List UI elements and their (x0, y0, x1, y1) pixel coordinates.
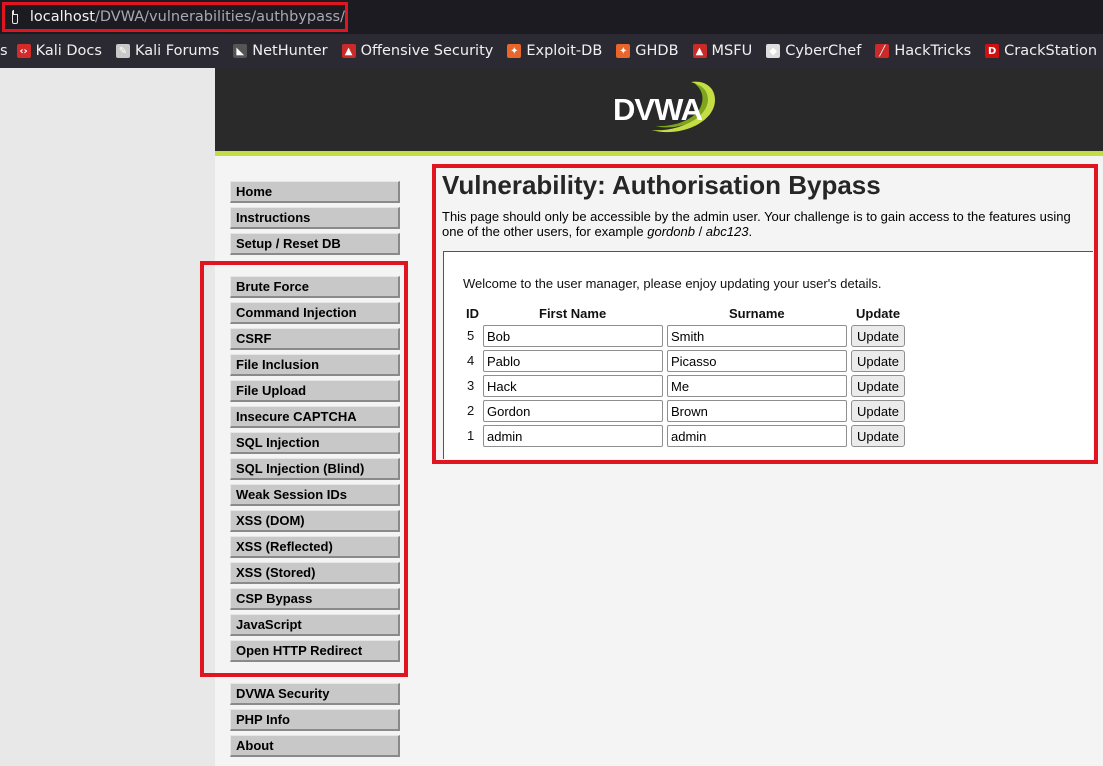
bookmark-ghdb[interactable]: ✦ GHDB (616, 43, 679, 59)
menu-item-instructions[interactable]: Instructions (230, 207, 400, 229)
header-surname: Surname (729, 306, 785, 321)
menu-item-dvwa-security[interactable]: DVWA Security (230, 683, 400, 705)
intro-end: . (748, 224, 753, 239)
intro-separator: / (694, 224, 706, 239)
dvwa-header: DVWA (215, 68, 1103, 151)
table-row: 4 Update (463, 350, 923, 372)
example-username: gordonb (647, 224, 695, 239)
user-id: 1 (467, 428, 475, 443)
surname-input[interactable] (667, 325, 847, 347)
surname-input[interactable] (667, 425, 847, 447)
table-row: 2 Update (463, 400, 923, 422)
update-button[interactable]: Update (851, 425, 905, 447)
bookmark-label: Offensive Security (360, 43, 494, 59)
url-host: localhost (29, 9, 95, 25)
bookmarks-toolbar: s ‹› Kali Docs ✎ Kali Forums ◣ NetHunter ▲ Offen… (0, 34, 1103, 68)
update-button[interactable]: Update (851, 375, 905, 397)
page-title: Vulnerability: Authorisation Bypass (442, 170, 881, 200)
intro-text: This page should only be accessible by t… (442, 209, 1092, 239)
bookmark-exploit-db[interactable]: ✦ Exploit-DB (507, 43, 602, 59)
bookmark-crackstation[interactable]: D CrackStation (985, 43, 1097, 59)
update-button[interactable]: Update (851, 325, 905, 347)
kali-docs-icon: ‹› (16, 44, 31, 58)
hacktricks-icon: ╱ (875, 44, 890, 58)
browser-url-bar: localhost/DVWA/vulnerabilities/authbypas… (0, 0, 1103, 34)
first-name-input[interactable] (483, 425, 663, 447)
bookmark-nethunter[interactable]: ◣ NetHunter (233, 43, 328, 59)
page-margin (0, 68, 215, 766)
header-accent-bar (215, 151, 1103, 156)
surname-input[interactable] (667, 350, 847, 372)
crackstation-icon: D (985, 44, 1000, 58)
bookmark-kali-forums[interactable]: ✎ Kali Forums (115, 43, 220, 59)
bookmark-label: HackTricks (894, 43, 972, 59)
main-menu-group: Home Instructions Setup / Reset DB (230, 181, 400, 259)
user-id: 4 (467, 353, 475, 368)
menu-item-home[interactable]: Home (230, 181, 400, 203)
offsec-icon: ▲ (341, 44, 356, 58)
bookmark-label: MSFU (711, 43, 753, 59)
bookmark-label: CrackStation (1004, 43, 1098, 59)
bookmark-label: s (0, 43, 8, 59)
header-id: ID (466, 306, 479, 321)
menu-item-php-info[interactable]: PHP Info (230, 709, 400, 731)
bookmark-label: NetHunter (252, 43, 328, 59)
header-first-name: First Name (539, 306, 607, 321)
bookmark-label: Kali Docs (35, 43, 102, 59)
bookmark-label: Exploit-DB (526, 43, 603, 59)
user-id: 2 (467, 403, 475, 418)
cyberchef-icon: ◆ (766, 44, 781, 58)
surname-input[interactable] (667, 400, 847, 422)
intro-text-body: This page should only be accessible by t… (442, 209, 1071, 239)
table-row: 3 Update (463, 375, 923, 397)
exploit-db-icon: ✦ (507, 44, 522, 58)
ghdb-icon: ✦ (616, 44, 631, 58)
bookmark-cyberchef[interactable]: ◆ CyberChef (766, 43, 861, 59)
url-text[interactable]: localhost/DVWA/vulnerabilities/authbypas… (30, 9, 345, 25)
update-button[interactable]: Update (851, 400, 905, 422)
user-id: 5 (467, 328, 475, 343)
bookmark-hacktricks[interactable]: ╱ HackTricks (875, 43, 971, 59)
update-button[interactable]: Update (851, 350, 905, 372)
welcome-text: Welcome to the user manager, please enjo… (463, 276, 882, 291)
nethunter-icon: ◣ (233, 44, 248, 58)
surname-input[interactable] (667, 375, 847, 397)
dvwa-logo[interactable]: DVWA (611, 78, 721, 138)
bookmark-s[interactable]: s (0, 43, 8, 59)
bookmark-kali-docs[interactable]: ‹› Kali Docs (16, 43, 102, 59)
page-icon (12, 10, 18, 24)
address-field[interactable]: localhost/DVWA/vulnerabilities/authbypas… (2, 2, 348, 32)
user-id: 3 (467, 378, 475, 393)
bookmark-label: CyberChef (785, 43, 862, 59)
table-row: 1 Update (463, 425, 923, 447)
bookmark-label: GHDB (635, 43, 679, 59)
menu-highlight-annotation (200, 261, 408, 677)
kali-dragon-icon: ✎ (115, 44, 130, 58)
bookmark-label: Kali Forums (134, 43, 220, 59)
menu-item-about[interactable]: About (230, 735, 400, 757)
header-update: Update (856, 306, 901, 321)
bookmark-offensive-security[interactable]: ▲ Offensive Security (341, 43, 494, 59)
first-name-input[interactable] (483, 375, 663, 397)
first-name-input[interactable] (483, 325, 663, 347)
example-password: abc123 (705, 224, 749, 239)
first-name-input[interactable] (483, 350, 663, 372)
settings-menu-group: DVWA Security PHP Info About (230, 683, 400, 761)
bookmark-msfu[interactable]: ▲ MSFU (692, 43, 753, 59)
url-path: /DVWA/vulnerabilities/authbypass/ (94, 9, 345, 25)
logo-text: DVWA (613, 92, 703, 127)
msfu-icon: ▲ (692, 44, 707, 58)
first-name-input[interactable] (483, 400, 663, 422)
table-row: 5 Update (463, 325, 923, 347)
menu-item-setup-reset-db[interactable]: Setup / Reset DB (230, 233, 400, 255)
